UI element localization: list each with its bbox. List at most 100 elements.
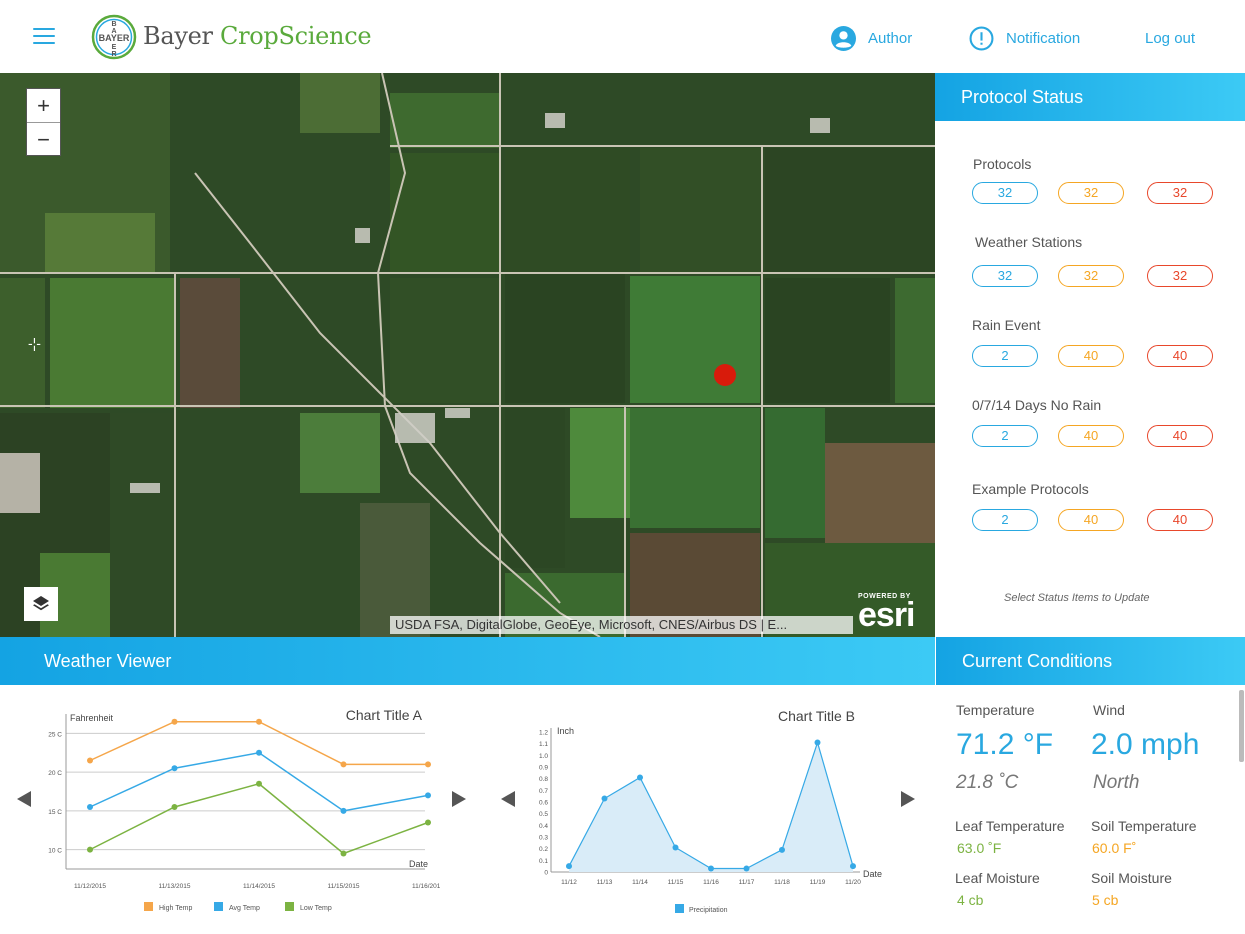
author-link[interactable]: Author — [831, 26, 912, 51]
status-pill-orange[interactable]: 32 — [1058, 265, 1124, 287]
status-pill-orange[interactable]: 32 — [1058, 182, 1124, 204]
wind-speed: 2.0 mph — [1091, 728, 1200, 761]
bayer-cross-logo: BAYER B A E R — [91, 14, 137, 60]
notification-link[interactable]: Notification — [969, 26, 1080, 51]
chart-a-point — [256, 780, 262, 787]
zoom-out-button[interactable]: − — [27, 123, 60, 156]
status-label: Rain Event — [972, 317, 1041, 333]
status-pill-blue[interactable]: 2 — [972, 509, 1038, 531]
status-pill-blue[interactable]: 32 — [972, 182, 1038, 204]
chart-a-next-arrow[interactable] — [452, 791, 466, 807]
chart-b-ytick: 1.0 — [539, 753, 548, 760]
brand-bayer: Bayer — [143, 22, 213, 50]
chart-a-series-line — [89, 721, 428, 766]
temperature-value: 71.2 °F — [956, 728, 1054, 761]
soil-moisture-value: 5 cb — [1092, 892, 1119, 908]
wind-direction: North — [1093, 772, 1140, 793]
chart-b-xlabel: Date — [863, 869, 882, 879]
leaf-temperature-value: 63.0 ˚F — [957, 840, 1002, 856]
chart-a-prev-arrow[interactable] — [17, 791, 31, 807]
status-hint: Select Status Items to Update — [1004, 592, 1150, 604]
svg-text:A: A — [111, 28, 116, 35]
location-marker[interactable] — [714, 364, 736, 386]
status-pill-red[interactable]: 40 — [1147, 345, 1213, 367]
status-pill-blue[interactable]: 2 — [972, 345, 1038, 367]
menu-icon[interactable] — [33, 28, 55, 46]
chart-a-legend-label: High Temp — [159, 905, 192, 912]
conditions-scrollbar[interactable] — [1239, 690, 1244, 762]
chart-a-point — [87, 757, 93, 764]
protocol-status-header: Protocol Status — [935, 73, 1245, 121]
status-label: Protocols — [973, 156, 1032, 172]
chart-b-next-arrow[interactable] — [901, 791, 915, 807]
chart-a-ytick: 25 C — [48, 731, 62, 738]
chart-a-xtick: 11/15/2015 — [327, 883, 359, 890]
logout-link[interactable]: Log out — [1145, 30, 1195, 47]
status-pill-red[interactable]: 40 — [1147, 425, 1213, 447]
chart-a-point — [171, 718, 178, 725]
chart-a-xlabel: Date — [409, 859, 428, 869]
chart-a-point — [425, 819, 431, 826]
status-pill-red[interactable]: 32 — [1147, 265, 1213, 287]
chart-a: Chart Title A Fahrenheit Date 25 C 20 C 15… — [48, 707, 440, 912]
status-pill-red[interactable]: 32 — [1147, 182, 1213, 204]
user-icon — [831, 26, 856, 51]
zoom-in-button[interactable]: + — [27, 89, 60, 123]
chart-a-legend-swatch — [144, 902, 153, 911]
current-conditions-panel: Temperature 71.2 °F 21.8 ˚C Wind 2.0 mph… — [936, 686, 1245, 934]
protocol-status-title: Protocol Status — [961, 87, 1084, 107]
chart-b-ytick: 0.3 — [539, 835, 548, 842]
status-pill-orange[interactable]: 40 — [1058, 509, 1124, 531]
chart-a-point — [256, 749, 262, 756]
leaf-moisture-label: Leaf Moisture — [955, 870, 1040, 886]
soil-moisture-label: Soil Moisture — [1091, 870, 1172, 886]
chart-b-xtick: 11/14 — [632, 879, 648, 886]
soil-temperature-value: 60.0 F˚ — [1092, 840, 1137, 856]
chart-b-xtick: 11/18 — [774, 879, 790, 886]
chart-b-xtick: 11/12 — [561, 879, 577, 886]
chart-b-point — [779, 846, 785, 853]
temperature-label: Temperature — [956, 702, 1035, 718]
status-pill-blue[interactable]: 2 — [972, 425, 1038, 447]
chart-b-ytick: 1.2 — [539, 730, 548, 737]
leaf-temperature-label: Leaf Temperature — [955, 818, 1065, 834]
chart-a-point — [340, 850, 347, 857]
app-header: BAYER B A E R Bayer CropScience Author N… — [0, 0, 1245, 73]
chart-b-ytick: 0.1 — [539, 858, 548, 865]
chart-a-ytick: 10 C — [48, 848, 62, 855]
chart-b-ytick: 0.8 — [539, 776, 548, 783]
chart-a-series-line — [89, 782, 429, 855]
chart-a-xtick: 11/16/2015 — [412, 883, 440, 890]
chart-b-ytick: 1.1 — [539, 741, 548, 748]
chart-b-ytick: 0.6 — [539, 800, 548, 807]
layers-button[interactable] — [24, 587, 58, 621]
chart-b-ytick: 0.2 — [539, 846, 548, 853]
chart-a-ytick: 20 C — [48, 770, 62, 777]
map-crosshair: -¦- — [28, 335, 41, 351]
chart-b-xtick: 11/15 — [668, 879, 684, 886]
esri-logo: POWERED BY esri — [858, 593, 915, 632]
weather-charts: Chart Title A Fahrenheit Date 25 C 20 C 15… — [0, 686, 935, 934]
chart-b-legend-label: Precipitation — [689, 907, 728, 914]
satellite-map[interactable]: + − -¦- USDA FSA, DigitalGlobe, GeoEye, … — [0, 73, 935, 637]
leaf-moisture-value: 4 cb — [957, 892, 984, 908]
map-attribution: USDA FSA, DigitalGlobe, GeoEye, Microsof… — [390, 616, 853, 634]
chart-b-title: Chart Title B — [778, 708, 855, 724]
soil-temperature-label: Soil Temperature — [1091, 818, 1197, 834]
chart-b-prev-arrow[interactable] — [501, 791, 515, 807]
status-pill-red[interactable]: 40 — [1147, 509, 1213, 531]
chart-b-ytick: 0.7 — [539, 788, 548, 795]
chart-a-point — [87, 846, 93, 853]
chart-b-point — [566, 863, 572, 870]
zoom-control: + − — [26, 88, 61, 156]
status-pill-orange[interactable]: 40 — [1058, 345, 1124, 367]
chart-a-legend-label: Low Temp — [300, 905, 332, 912]
status-pill-orange[interactable]: 40 — [1058, 425, 1124, 447]
status-label: Weather Stations — [975, 234, 1083, 250]
status-pill-blue[interactable]: 32 — [972, 265, 1038, 287]
chart-a-point — [425, 792, 431, 799]
chart-b-legend-swatch — [675, 904, 684, 913]
chart-b-ytick: 0.9 — [539, 765, 548, 772]
chart-b-xtick: 11/13 — [597, 879, 613, 886]
chart-b-ytick: 0.5 — [539, 811, 548, 818]
